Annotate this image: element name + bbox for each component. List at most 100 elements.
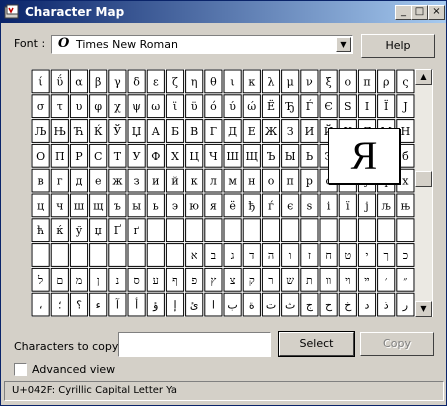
char-cell[interactable]: د	[357, 292, 377, 317]
char-cell[interactable]: ќ	[50, 218, 69, 243]
char-cell[interactable]: ы	[127, 193, 146, 218]
char-cell[interactable]: Џ	[127, 119, 146, 143]
char-cell[interactable]	[242, 218, 261, 243]
char-cell[interactable]: ح	[319, 292, 338, 317]
char-cell[interactable]: ђ	[242, 193, 261, 218]
scroll-thumb[interactable]	[415, 171, 432, 187]
char-cell[interactable]: щ	[89, 193, 108, 218]
char-cell[interactable]: ד	[242, 243, 261, 267]
help-button[interactable]: Help	[361, 34, 435, 58]
advanced-view-label[interactable]: Advanced view	[32, 363, 115, 376]
char-cell[interactable]: ،	[31, 292, 50, 317]
char-cell[interactable]: ο	[338, 69, 357, 94]
char-cell[interactable]: П	[50, 143, 69, 168]
char-cell[interactable]: Ј	[396, 94, 415, 119]
char-cell[interactable]: ϋ	[185, 94, 204, 119]
char-cell[interactable]: Б	[165, 119, 185, 143]
char-cell[interactable]: כ	[396, 243, 415, 267]
char-cell[interactable]: ж	[108, 168, 127, 193]
char-cell[interactable]: Р	[69, 143, 89, 168]
char-cell[interactable]: ѕ	[300, 193, 319, 218]
char-cell[interactable]: װ	[319, 267, 338, 292]
char-cell[interactable]: В	[185, 119, 204, 143]
char-cell[interactable]: ث	[281, 292, 300, 317]
char-cell[interactable]: ς	[396, 69, 415, 94]
char-cell[interactable]: ѓ	[261, 193, 281, 218]
char-cell[interactable]: З	[281, 119, 300, 143]
char-cell[interactable]: з	[127, 168, 146, 193]
char-cell[interactable]: Љ	[31, 119, 50, 143]
grid-scrollbar[interactable]: ▲ ▼	[415, 69, 432, 317]
char-cell[interactable]: χ	[108, 94, 127, 119]
char-cell[interactable]: ύ	[223, 94, 242, 119]
char-cell[interactable]: β	[89, 69, 108, 94]
char-cell[interactable]: ю	[185, 193, 204, 218]
char-cell[interactable]: н	[242, 168, 261, 193]
char-cell[interactable]: С	[89, 143, 108, 168]
char-cell[interactable]: ئ	[185, 292, 204, 317]
char-cell[interactable]: ם	[50, 267, 69, 292]
char-cell[interactable]: е	[89, 168, 108, 193]
char-cell[interactable]: ј	[357, 193, 377, 218]
char-cell[interactable]: η	[185, 69, 204, 94]
char-cell[interactable]: њ	[396, 193, 415, 218]
char-cell[interactable]: י	[357, 243, 377, 267]
char-cell[interactable]: к	[185, 168, 204, 193]
char-cell[interactable]: џ	[89, 218, 108, 243]
char-cell[interactable]: γ	[108, 69, 127, 94]
char-cell[interactable]: Ў	[108, 119, 127, 143]
char-cell[interactable]: ט	[338, 243, 357, 267]
char-cell[interactable]: и	[146, 168, 165, 193]
char-cell[interactable]: Щ	[242, 143, 261, 168]
advanced-view-checkbox[interactable]	[14, 363, 27, 376]
char-cell[interactable]: ґ	[127, 218, 146, 243]
char-cell[interactable]	[165, 243, 185, 267]
char-cell[interactable]: Д	[223, 119, 242, 143]
char-cell[interactable]: ر	[396, 292, 415, 317]
char-cell[interactable]: Ц	[185, 143, 204, 168]
char-cell[interactable]: θ	[204, 69, 223, 94]
char-cell[interactable]: ג	[223, 243, 242, 267]
char-cell[interactable]: ו	[281, 243, 300, 267]
char-cell[interactable]: פ	[185, 267, 204, 292]
char-cell[interactable]: О	[31, 143, 50, 168]
char-cell[interactable]	[31, 243, 50, 267]
char-cell[interactable]: ל	[31, 267, 50, 292]
char-cell[interactable]: ε	[146, 69, 165, 94]
char-cell[interactable]: ώ	[242, 94, 261, 119]
char-cell[interactable]: ь	[146, 193, 165, 218]
close-button[interactable]: ×	[428, 5, 445, 20]
char-cell[interactable]: ؟	[69, 292, 89, 317]
char-cell[interactable]	[127, 243, 146, 267]
char-cell[interactable]: Х	[165, 143, 185, 168]
char-cell[interactable]: ן	[89, 267, 108, 292]
char-cell[interactable]: ч	[50, 193, 69, 218]
char-cell[interactable]: Ђ	[281, 94, 300, 119]
char-cell[interactable]: τ	[50, 94, 69, 119]
char-cell[interactable]: μ	[281, 69, 300, 94]
char-cell[interactable]: Ш	[223, 143, 242, 168]
char-cell[interactable]: υ	[69, 94, 89, 119]
char-cell[interactable]: خ	[338, 292, 357, 317]
char-cell[interactable]	[319, 218, 338, 243]
char-cell[interactable]: Т	[108, 143, 127, 168]
char-cell[interactable]: א	[185, 243, 204, 267]
char-cell[interactable]: Ґ	[108, 218, 127, 243]
char-cell[interactable]: Ї	[377, 94, 396, 119]
char-cell[interactable]: ױ	[338, 267, 357, 292]
char-cell[interactable]	[357, 218, 377, 243]
char-cell[interactable]: Ь	[300, 143, 319, 168]
char-cell[interactable]: г	[50, 168, 69, 193]
char-cell[interactable]: п	[281, 168, 300, 193]
char-cell[interactable]: ؛	[50, 292, 69, 317]
char-cell[interactable]: Ѕ	[338, 94, 357, 119]
char-cell[interactable]: ω	[146, 94, 165, 119]
chevron-down-icon[interactable]: ▼	[336, 37, 351, 52]
char-cell[interactable]: ћ	[31, 218, 50, 243]
char-cell[interactable]: Є	[319, 94, 338, 119]
char-cell[interactable]: ײ	[357, 267, 377, 292]
char-cell[interactable]: А	[146, 119, 165, 143]
char-cell[interactable]	[338, 218, 357, 243]
char-cell[interactable]	[146, 243, 165, 267]
char-cell[interactable]	[261, 218, 281, 243]
